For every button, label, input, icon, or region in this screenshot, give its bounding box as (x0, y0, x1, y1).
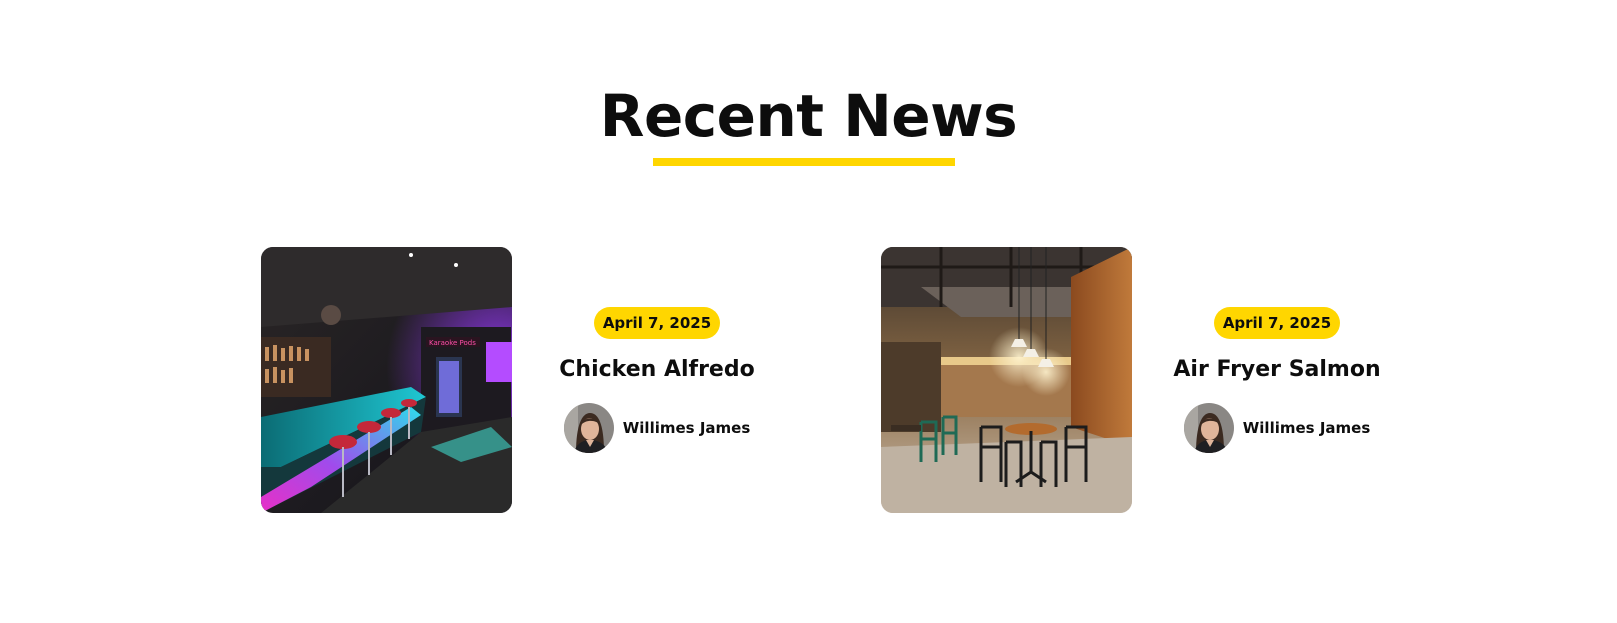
news-card: April 7, 2025 Air Fryer Salmon Willimes … (881, 247, 1441, 513)
svg-text:Karaoke Pods: Karaoke Pods (429, 339, 476, 347)
news-card: Karaoke Pods April 7, 2025 Chicken Alfre… (261, 247, 821, 513)
news-image-restaurant[interactable] (881, 247, 1132, 513)
news-info: April 7, 2025 Chicken Alfredo Willimes J… (552, 247, 762, 513)
date-badge[interactable]: April 7, 2025 (1214, 307, 1340, 339)
date-badge[interactable]: April 7, 2025 (594, 307, 720, 339)
news-image-karaoke-bar[interactable]: Karaoke Pods (261, 247, 512, 513)
author: Willimes James (1172, 403, 1382, 453)
author: Willimes James (552, 403, 762, 453)
section-title: Recent News (599, 82, 1018, 150)
title-underline (653, 158, 955, 166)
author-name: Willimes James (622, 419, 751, 437)
news-info: April 7, 2025 Air Fryer Salmon Willimes … (1172, 247, 1382, 513)
author-name: Willimes James (1242, 419, 1371, 437)
avatar (1183, 403, 1234, 453)
avatar (563, 403, 614, 453)
news-title[interactable]: Air Fryer Salmon (1152, 354, 1402, 386)
news-title[interactable]: Chicken Alfredo (532, 354, 782, 386)
